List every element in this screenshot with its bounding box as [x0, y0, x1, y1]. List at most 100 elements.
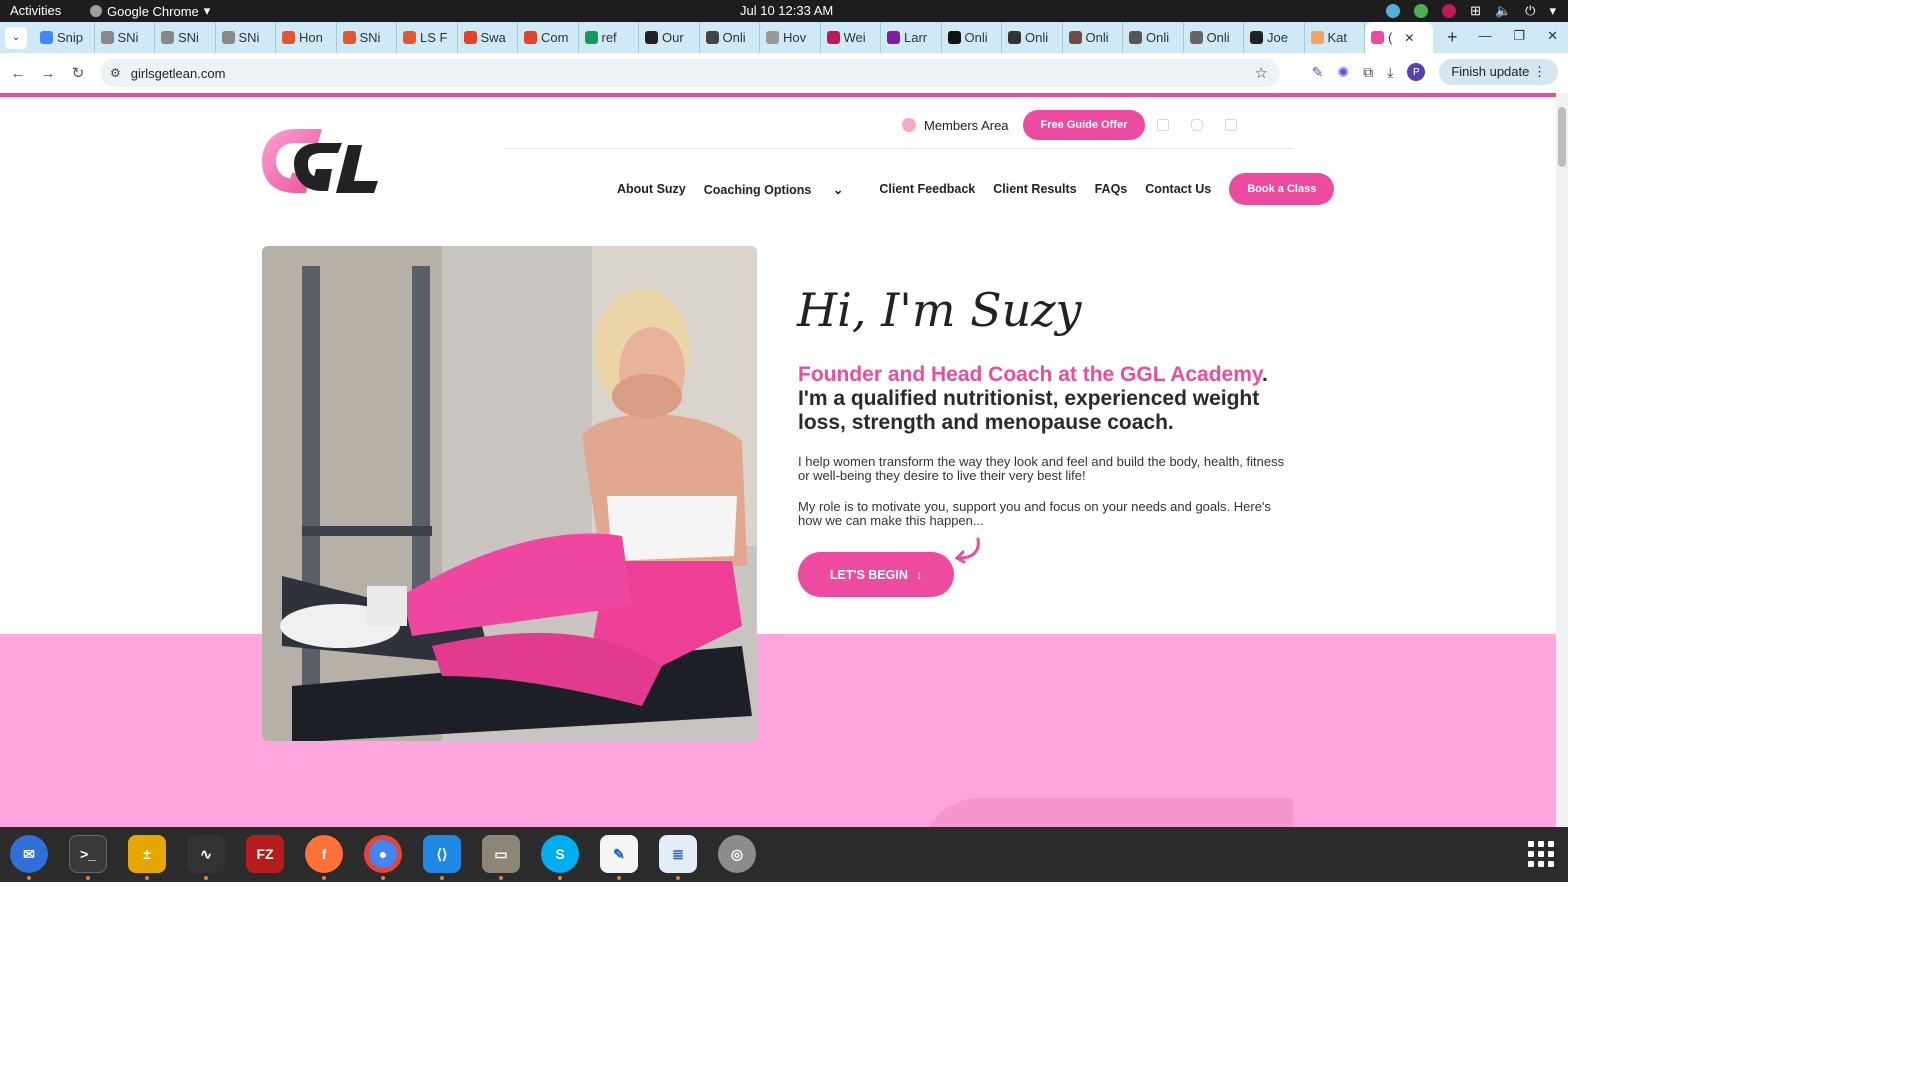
filezilla-icon[interactable]: FZ [246, 835, 284, 873]
back-icon[interactable]: ← [3, 65, 33, 82]
site-info-icon[interactable]: ⚙ [110, 66, 121, 80]
tab[interactable]: Hov [760, 22, 821, 53]
chrome-icon[interactable]: ● [364, 835, 402, 873]
tab-label: Kat [1327, 30, 1348, 45]
app-menu[interactable]: Google Chrome ▾ [90, 3, 210, 19]
tab-label: Com [541, 30, 569, 45]
tab[interactable]: ref [579, 22, 639, 53]
tab-search-button[interactable]: ⌄ [5, 26, 27, 49]
tab[interactable]: LS F [397, 22, 458, 53]
tab[interactable]: Hon [276, 22, 337, 53]
power-icon[interactable]: ⏻ [1525, 3, 1535, 19]
clock[interactable]: Jul 10 12:33 AM [740, 3, 833, 18]
tab[interactable]: Larr [881, 22, 942, 53]
ggl-logo[interactable] [262, 129, 380, 197]
youtube-icon[interactable] [1225, 119, 1238, 131]
gear-extension-icon[interactable]: ✺ [1337, 64, 1349, 81]
tab[interactable]: Swa [458, 22, 518, 53]
volume-icon[interactable]: 🔈 [1495, 3, 1511, 19]
profile-avatar[interactable]: P [1407, 63, 1426, 81]
decorative-shape [920, 798, 1293, 827]
app-grid-icon[interactable] [1528, 841, 1554, 867]
nav-coaching[interactable]: Coaching Options ⌄ [704, 182, 862, 197]
tray-check-icon[interactable] [1414, 4, 1429, 18]
members-area-link[interactable]: Members Area [924, 118, 1009, 133]
tray-color-icon[interactable] [1442, 4, 1457, 18]
skype-icon[interactable]: S [541, 835, 579, 873]
tab[interactable]: SNi [337, 22, 397, 53]
tab[interactable]: Wei [821, 22, 881, 53]
tray-app-icon[interactable] [1386, 4, 1401, 18]
tab[interactable]: SNi [216, 22, 276, 53]
tab-favicon [584, 31, 598, 44]
tab[interactable]: SNi [155, 22, 216, 53]
reload-icon[interactable]: ↻ [63, 64, 93, 82]
bookmark-star-icon[interactable]: ☆ [1255, 64, 1268, 82]
tab-favicon [40, 31, 53, 44]
download-icon[interactable]: ⤓ [1387, 64, 1393, 81]
running-indicator [676, 876, 680, 880]
network-icon[interactable]: ⊞ [1470, 3, 1481, 19]
tab-favicon [1129, 31, 1142, 44]
nav-results[interactable]: Client Results [993, 182, 1076, 196]
more-icon[interactable]: ⋮ [1533, 64, 1546, 79]
firefox-icon[interactable]: f [305, 835, 343, 873]
instagram-icon[interactable] [1191, 119, 1204, 131]
lets-begin-button[interactable]: LET'S BEGIN ↓ [798, 552, 954, 597]
scrollbar-thumb[interactable] [1558, 107, 1566, 167]
page-scrollbar[interactable] [1556, 93, 1568, 827]
tab[interactable]: Onli [942, 22, 1002, 53]
pen-extension-icon[interactable]: ✎ [1312, 64, 1324, 81]
tab[interactable]: Onli [1123, 22, 1184, 53]
running-indicator [558, 876, 562, 880]
tab[interactable]: Onli [1002, 22, 1063, 53]
finish-update-button[interactable]: Finish update ⋮ [1439, 59, 1558, 85]
terminal-icon[interactable]: >_ [69, 835, 107, 873]
tab-favicon [1310, 31, 1324, 44]
tab-label: Onli [722, 30, 746, 45]
writer-icon[interactable]: ≣ [659, 835, 697, 873]
free-guide-button[interactable]: Free Guide Offer [1022, 110, 1146, 140]
files-icon[interactable]: ▭ [482, 835, 520, 873]
tab[interactable]: Com [518, 22, 579, 53]
system-monitor-icon[interactable]: ∿ [187, 835, 225, 873]
vscode-icon[interactable]: ⟨⟩ [423, 835, 461, 873]
restore-icon[interactable]: ❐ [1513, 28, 1525, 44]
nav-faqs[interactable]: FAQs [1095, 182, 1128, 196]
forward-icon[interactable]: → [33, 65, 63, 82]
headline-highlight: Founder and Head Coach at the GGL Academ… [798, 363, 1263, 386]
tab[interactable]: Snip [34, 22, 95, 53]
curved-arrow-icon [954, 537, 980, 564]
caret-down-icon[interactable]: ▾ [1549, 3, 1556, 19]
tab[interactable]: Joe [1244, 22, 1305, 53]
tab-favicon [161, 31, 174, 44]
tab[interactable]: Our [639, 22, 700, 53]
tab-active[interactable]: ( ✕ [1365, 22, 1433, 53]
disk-icon[interactable]: ◎ [718, 835, 756, 873]
minimize-icon[interactable]: — [1478, 28, 1491, 44]
tab[interactable]: SNi [95, 22, 155, 53]
nav-feedback[interactable]: Client Feedback [879, 182, 975, 196]
address-bar[interactable]: ⚙ girlsgetlean.com ☆ [100, 59, 1280, 87]
running-indicator [86, 876, 90, 880]
nav-about[interactable]: About Suzy [617, 182, 686, 196]
tab-favicon [221, 31, 235, 44]
tab[interactable]: Onli [700, 22, 760, 53]
facebook-icon[interactable] [1157, 119, 1170, 131]
system-tray[interactable]: ⊞ 🔈 ⏻ ▾ [1386, 3, 1556, 19]
calculator-icon[interactable]: ± [128, 835, 166, 873]
hero-paragraph-1: I help women transform the way they look… [798, 454, 1285, 483]
nav-contact[interactable]: Contact Us [1145, 182, 1211, 196]
tab[interactable]: Onli [1063, 22, 1123, 53]
close-window-icon[interactable]: ✕ [1547, 28, 1558, 44]
text-editor-icon[interactable]: ✎ [600, 835, 638, 873]
book-class-button[interactable]: Book a Class [1229, 173, 1335, 205]
close-icon[interactable]: ✕ [1404, 31, 1414, 45]
thunderbird-icon[interactable]: ✉ [10, 835, 48, 873]
tab[interactable]: Kat [1305, 22, 1365, 53]
activities-button[interactable]: Activities [10, 3, 61, 18]
tab[interactable]: Onli [1184, 22, 1244, 53]
extensions-icon[interactable]: ⧉ [1363, 64, 1373, 81]
hero-paragraph-2: My role is to motivate you, support you … [798, 499, 1271, 528]
new-tab-button[interactable]: + [1447, 27, 1458, 48]
